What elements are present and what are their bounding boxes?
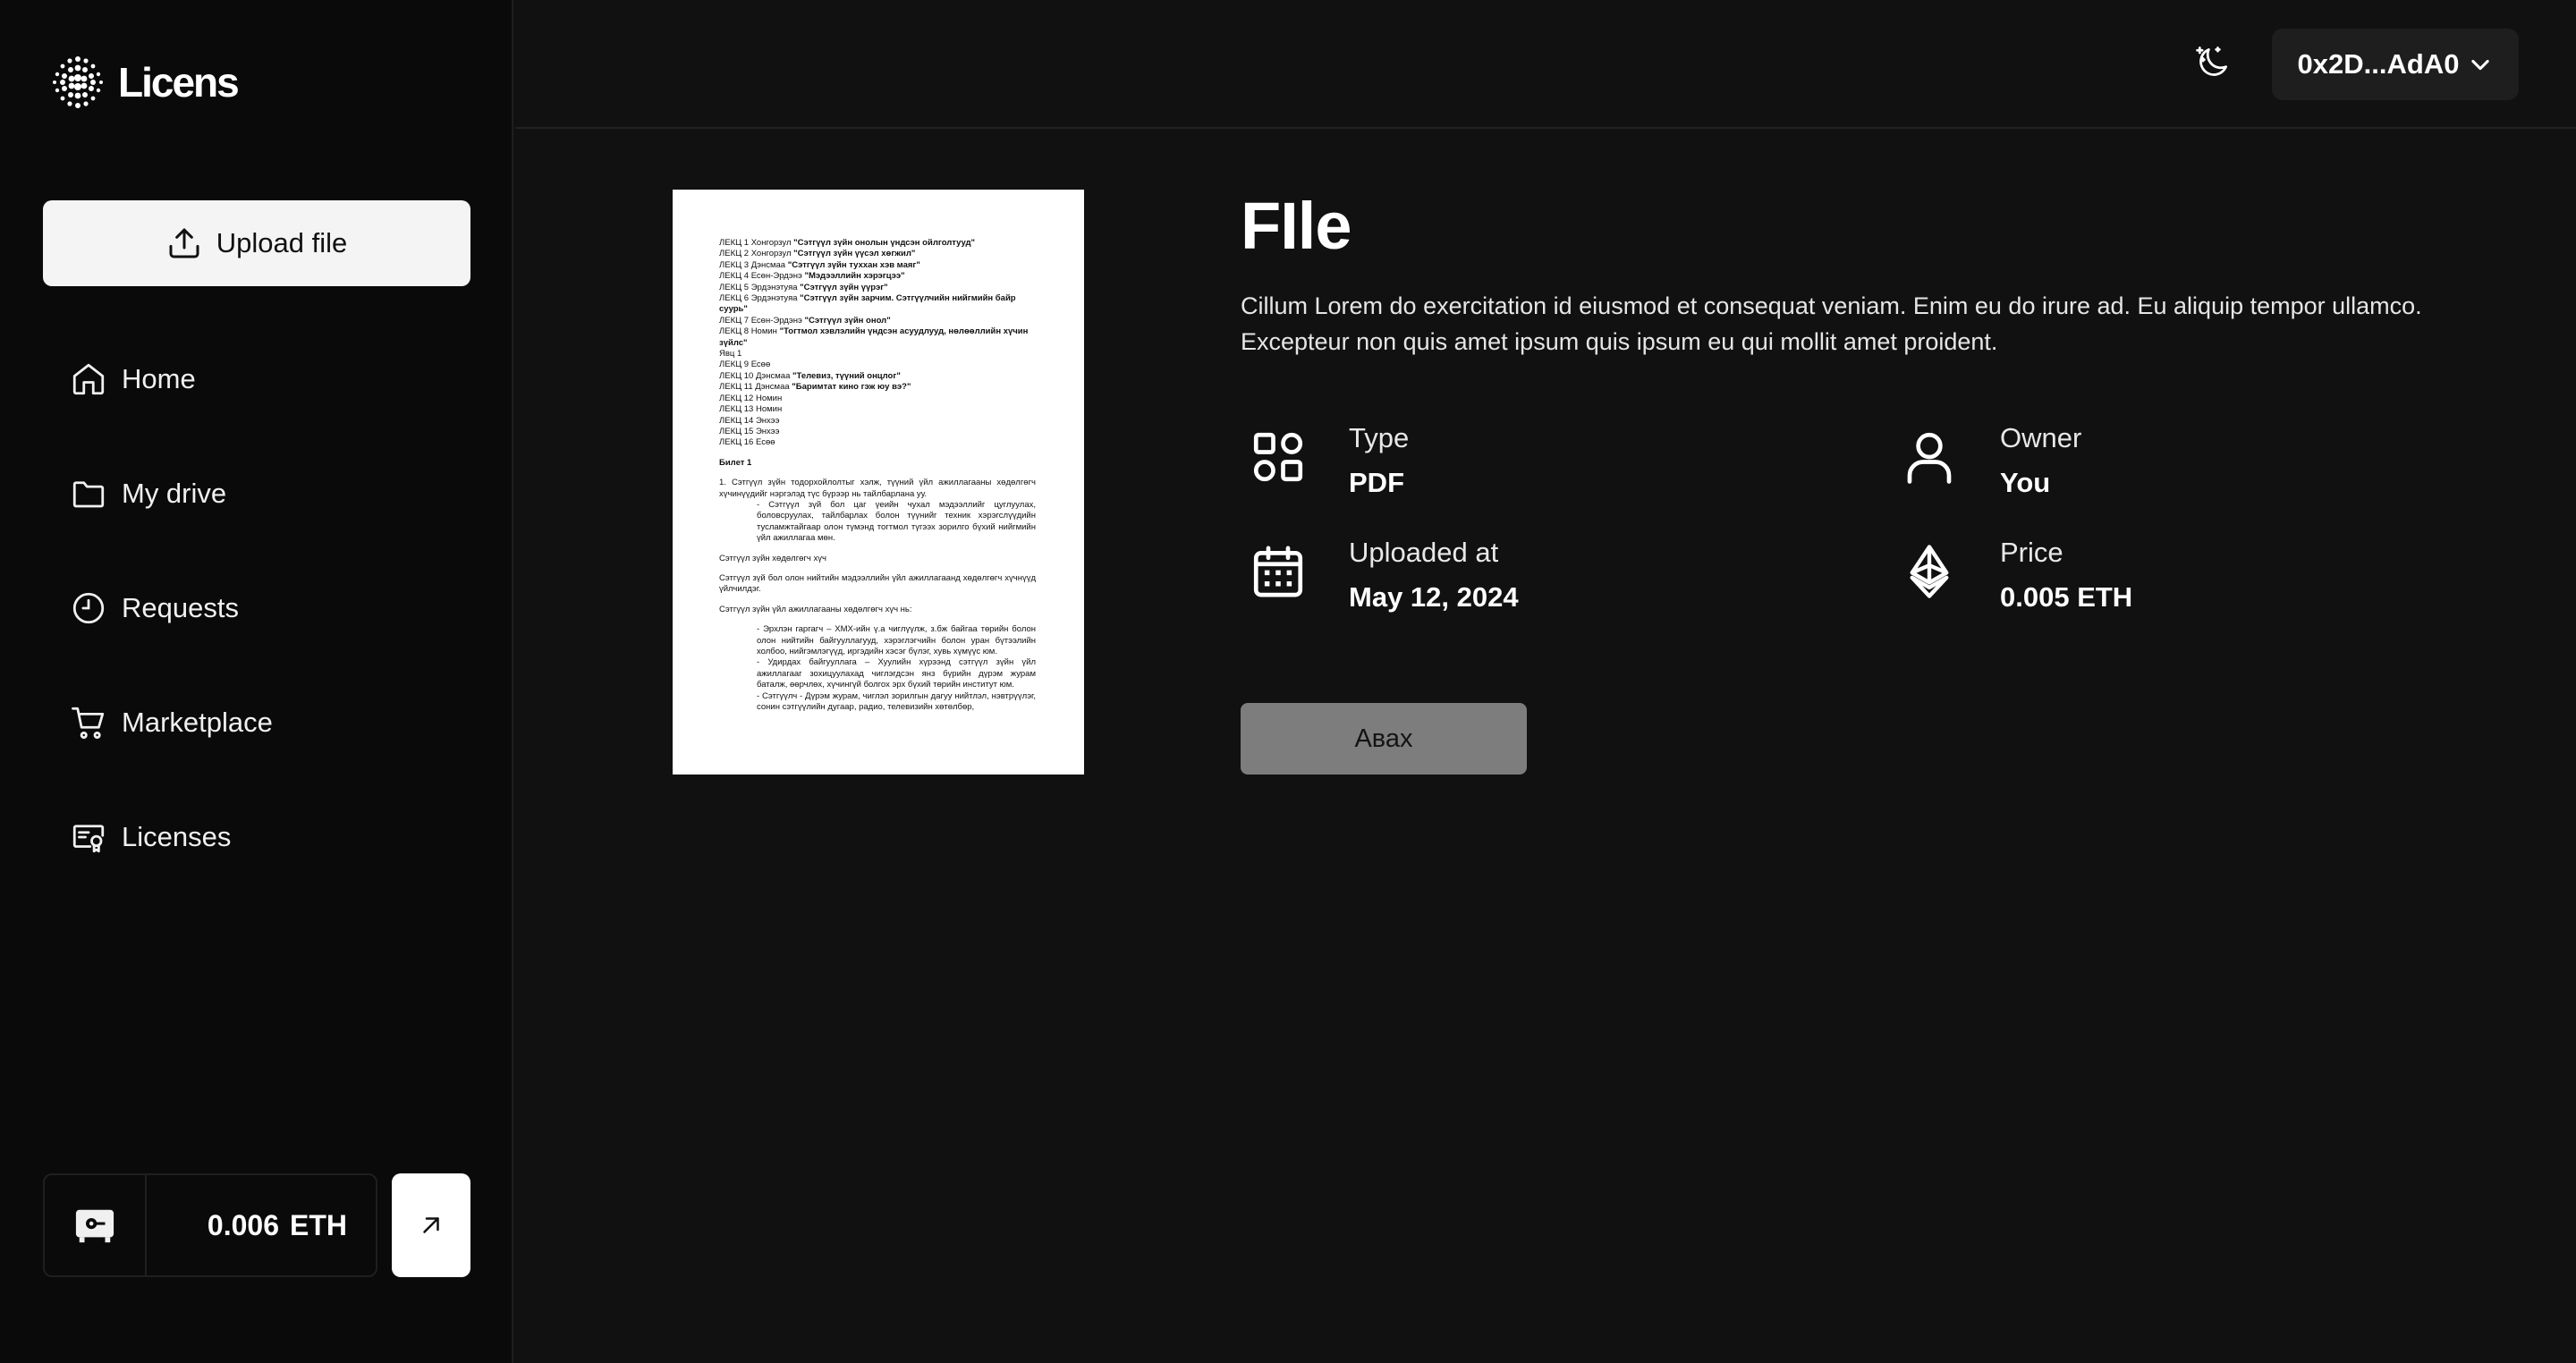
withdraw-button[interactable] (392, 1173, 470, 1277)
price-label: Price (2000, 537, 2063, 568)
preview-line: ЛЕКЦ 11 Дэнсмаа "Баримтат кино гэж юу вэ… (719, 382, 911, 393)
preview-line: суурь" (719, 304, 748, 315)
file-type: Type PDF (1249, 422, 1409, 499)
preview-line: ЛЕКЦ 16 Есөө (719, 437, 775, 448)
preview-line: ЛЕКЦ 3 Дэнсмаа "Сэтгүүл зүйн туххан хэв … (719, 259, 920, 270)
preview-line: ЛЕКЦ 1 Хонгорзул "Сэтгүүл зүйн онолын үн… (719, 238, 976, 248)
wallet-amount: 0.006 ETH (147, 1209, 376, 1242)
upload-file-button[interactable]: Upload file (43, 200, 470, 286)
preview-question: 1. Сэтгүүл зүйн тодорхойлолтыг хэлж, түү… (719, 478, 1036, 499)
preview-ticket: Билет 1 (719, 457, 752, 468)
sidebar-item-label: My drive (122, 478, 227, 509)
preview-line: ЛЕКЦ 2 Хонгорзул "Сэтгүүл зүйн үүсэл хөг… (719, 249, 916, 259)
preview-paragraph: Сэтгүүл зүйн үйл ажиллагааны хөдөлгөгч х… (719, 604, 912, 614)
sidebar-item-licenses[interactable]: Licenses (70, 780, 273, 894)
preview-line: ЛЕКЦ 4 Есөн-Эрдэнэ "Мэдээллийн хэрэгцээ" (719, 271, 905, 282)
sidebar-item-my-drive[interactable]: My drive (70, 436, 273, 551)
sidebar-item-label: Home (122, 363, 196, 394)
account-address: 0x2D...AdA0 (2297, 48, 2460, 80)
wallet-amount-unit: ETH (290, 1208, 347, 1241)
logo-icon (53, 56, 103, 108)
file-preview: ЛЕКЦ 1 Хонгорзул "Сэтгүүл зүйн онолын үн… (673, 190, 1084, 775)
sidebar-item-marketplace[interactable]: Marketplace (70, 665, 273, 780)
sidebar-nav: Home My drive Requests Marketplace Licen… (70, 322, 273, 894)
file-title: FIle (1241, 189, 1352, 263)
owner-label: Owner (2000, 422, 2082, 453)
preview-line: ЛЕКЦ 5 Эрдэнэтуяа "Сэтгүүл зүйн үүрэг" (719, 282, 888, 292)
upload-icon (169, 228, 199, 258)
wallet-icon-cell (45, 1175, 147, 1275)
file-uploaded-at: Uploaded at May 12, 2024 (1249, 537, 1519, 614)
file-owner: Owner You (1900, 422, 2081, 499)
logo[interactable]: Licens (50, 54, 240, 111)
ethereum-icon (1910, 545, 1949, 598)
folder-icon (72, 481, 105, 508)
uploaded-at-value: May 12, 2024 (1349, 581, 1519, 613)
sidebar-item-home[interactable]: Home (70, 322, 273, 436)
user-icon (1907, 432, 1952, 484)
category-icon (1253, 432, 1303, 482)
theme-toggle-button[interactable] (2190, 39, 2236, 86)
preview-line: Явц 1 (719, 349, 742, 360)
file-price: Price 0.005 ETH (1900, 537, 2132, 614)
file-type-value: PDF (1349, 467, 1404, 498)
preview-line: зүйлс" (719, 337, 748, 348)
wallet-amount-value: 0.006 (207, 1208, 279, 1241)
sidebar: Licens Upload file Home My drive Request… (0, 0, 513, 1363)
get-file-button[interactable]: Авах (1241, 703, 1527, 775)
safe-icon (75, 1209, 114, 1243)
file-type-label: Type (1349, 422, 1410, 453)
preview-paragraph: Сэтгүүл зүй бол олон нийтийн мэдээллийн … (719, 572, 1036, 595)
cart-icon (72, 707, 105, 740)
preview-line: ЛЕКЦ 9 Есөө (719, 360, 771, 370)
preview-bullet: - Эрхлэн гаргагч – ХМХ-ийн ү.а чиглүүлж,… (757, 624, 1036, 656)
preview-line: ЛЕКЦ 6 Эрдэнэтуяа "Сэтгүүл зүйн зарчим. … (719, 293, 1016, 304)
upload-file-label: Upload file (216, 227, 348, 258)
arrow-up-right-icon (423, 1217, 439, 1233)
clock-icon (72, 592, 105, 624)
file-description: Cillum Lorem do exercitation id eiusmod … (1241, 292, 2422, 355)
app-name: Licens (118, 59, 240, 106)
preview-line: ЛЕКЦ 12 Номин (719, 393, 783, 403)
preview-line: ЛЕКЦ 10 Дэнсмаа "Телевиз, түүний онцлог" (719, 370, 901, 381)
moon-stars-icon (2196, 47, 2228, 76)
preview-bullet: - Удирдах байгууллага – Хуулийн хүрээнд … (757, 657, 1036, 690)
preview-bullet: - Сэтгүүлч - Дүрэм журам, чиглэл зорилгы… (757, 690, 1036, 713)
sidebar-item-label: Marketplace (122, 707, 273, 738)
preview-answer: - Сэтгүүл зүй бол цаг үеийн чухал мэдээл… (757, 499, 1036, 544)
calendar-icon (1253, 546, 1303, 597)
wallet-balance: 0.006 ETH (43, 1173, 377, 1277)
home-icon (72, 363, 105, 395)
license-icon (72, 825, 105, 853)
preview-line: ЛЕКЦ 8 Номин "Тогтмол хэвлэлийн үндсэн а… (719, 326, 1029, 337)
price-value: 0.005 ETH (2000, 581, 2133, 613)
account-dropdown[interactable]: 0x2D...AdA0 (2272, 29, 2519, 100)
sidebar-item-requests[interactable]: Requests (70, 551, 273, 665)
top-bar: 0x2D...AdA0 (515, 0, 2576, 129)
sidebar-item-label: Licenses (122, 821, 232, 852)
preview-paragraph: Сэтгүүл зүйн хөдөлгөгч хүч (719, 553, 826, 563)
uploaded-at-label: Uploaded at (1349, 537, 1499, 568)
preview-line: ЛЕКЦ 14 Энхээ (719, 415, 780, 426)
chevron-down-icon (2471, 59, 2490, 71)
owner-value: You (2000, 467, 2051, 498)
preview-line: ЛЕКЦ 13 Номин (719, 404, 783, 415)
preview-lines: ЛЕКЦ 1 Хонгорзул "Сэтгүүл зүйн онолын үн… (719, 238, 1036, 449)
preview-line: ЛЕКЦ 15 Энхээ (719, 426, 780, 436)
sidebar-item-label: Requests (122, 592, 239, 623)
preview-line: ЛЕКЦ 7 Есөн-Эрдэнэ "Сэтгүүл зүйн онол" (719, 315, 891, 326)
